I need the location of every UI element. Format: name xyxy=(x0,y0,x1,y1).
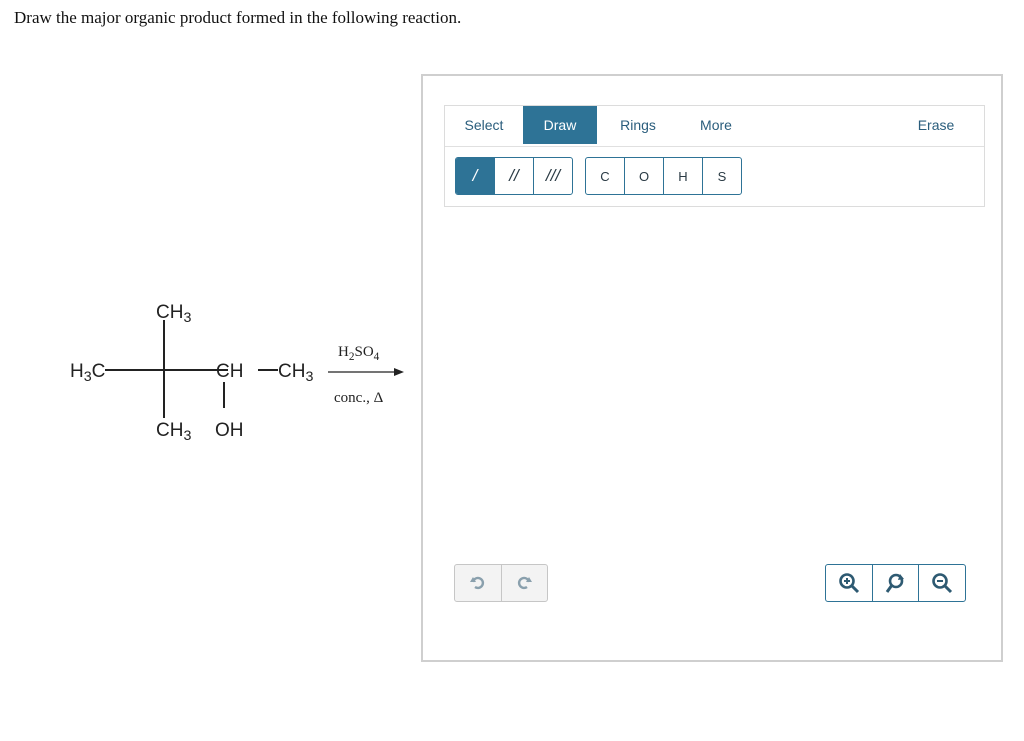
tab-erase[interactable]: Erase xyxy=(906,106,966,144)
single-bond-button[interactable]: / xyxy=(456,158,495,194)
bond-tools: / // /// xyxy=(455,157,573,195)
tab-select[interactable]: Select xyxy=(453,106,515,144)
top-methyl-label: CH3 xyxy=(156,302,191,326)
tab-draw[interactable]: Draw xyxy=(523,106,597,144)
zoom-out-icon xyxy=(932,573,953,594)
zoom-in-icon xyxy=(839,573,859,594)
zoom-in-button[interactable] xyxy=(826,565,873,601)
question-text: Draw the major organic product formed in… xyxy=(14,8,462,27)
hydroxyl-label: OH xyxy=(215,420,244,441)
bottom-methyl-label: CH3 xyxy=(156,420,191,444)
double-bond-button[interactable]: // xyxy=(495,158,534,194)
atom-o-button[interactable]: O xyxy=(625,158,664,194)
redo-button[interactable] xyxy=(502,565,548,601)
reaction-structure: CH3 H3C CH CH3 CH3 OH H2SO4 conc., Δ xyxy=(70,302,404,444)
conditions-label: conc., Δ xyxy=(334,390,384,406)
redo-icon xyxy=(518,576,533,590)
reagent-label: H2SO4 xyxy=(338,344,380,363)
left-methyl-label: H3C xyxy=(70,361,105,385)
tab-bar: Select Draw Rings More Erase xyxy=(445,106,984,147)
ch-label: CH xyxy=(216,361,243,382)
atom-tools: C O H S xyxy=(585,157,742,195)
editor-toolbar: Select Draw Rings More Erase / // /// C … xyxy=(444,105,985,207)
tab-rings[interactable]: Rings xyxy=(605,106,671,144)
zoom-controls xyxy=(825,564,966,602)
zoom-out-button[interactable] xyxy=(919,565,965,601)
reaction-scheme: CH3 H3C CH CH3 CH3 OH H2SO4 conc., Δ xyxy=(60,290,420,450)
right-methyl-label: CH3 xyxy=(278,361,313,385)
zoom-reset-button[interactable] xyxy=(873,565,920,601)
undo-icon xyxy=(469,576,484,590)
history-controls xyxy=(454,564,548,602)
arrow-head xyxy=(394,368,404,376)
undo-button[interactable] xyxy=(455,565,502,601)
tab-more[interactable]: More xyxy=(683,106,749,144)
triple-bond-button[interactable]: /// xyxy=(534,158,572,194)
drawing-editor[interactable]: Select Draw Rings More Erase / // /// C … xyxy=(421,74,1003,662)
atom-c-button[interactable]: C xyxy=(586,158,625,194)
zoom-reset-icon xyxy=(885,573,904,593)
atom-h-button[interactable]: H xyxy=(664,158,703,194)
atom-s-button[interactable]: S xyxy=(703,158,741,194)
